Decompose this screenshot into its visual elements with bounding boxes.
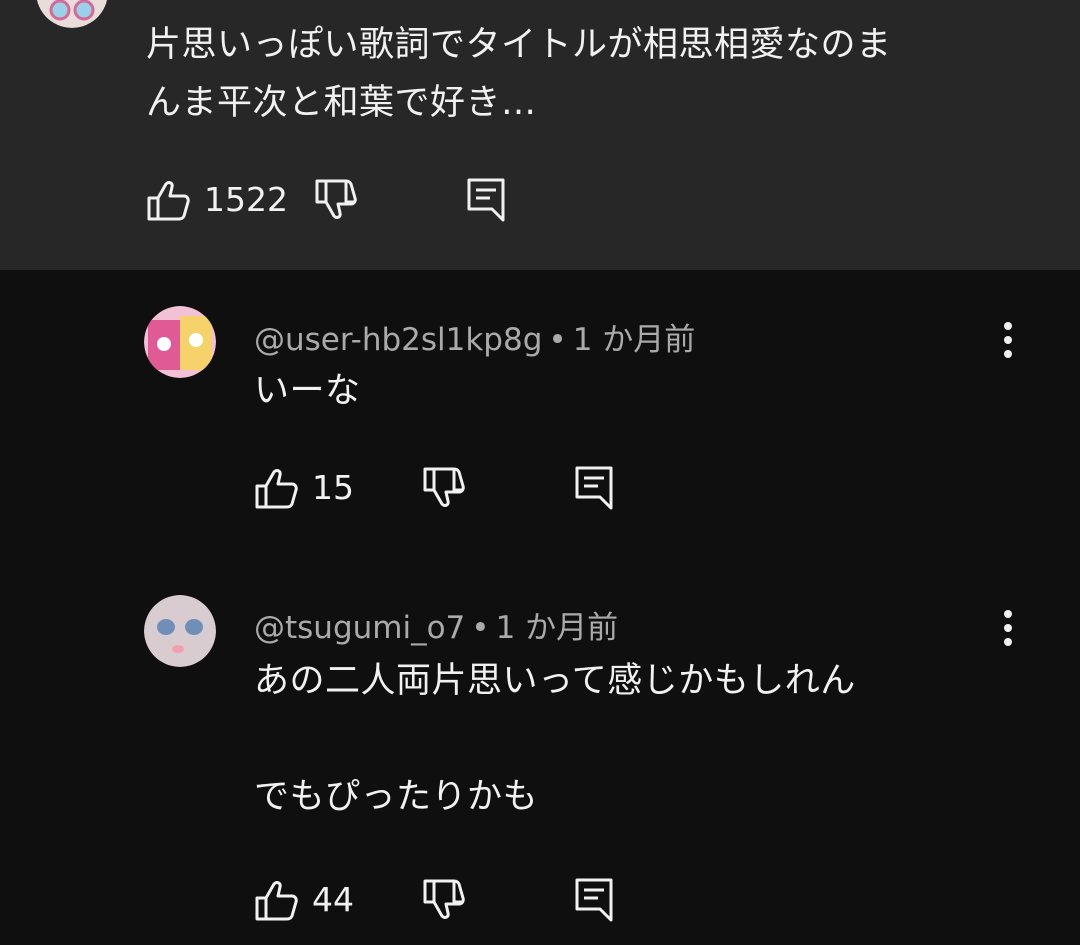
- reply-header: @tsugumi_o7 • 1 か月前: [254, 602, 618, 647]
- reply-avatar[interactable]: [144, 306, 216, 378]
- reply-icon[interactable]: [572, 466, 616, 510]
- parent-comment-line-2: んま平次と和葉で好き…: [146, 83, 537, 123]
- more-options-icon[interactable]: [988, 318, 1028, 368]
- reply-action-bar: 44: [254, 878, 654, 922]
- reply-header: @user-hb2sl1kp8g • 1 か月前: [254, 314, 695, 359]
- like-count: 44: [312, 880, 354, 919]
- reply-comment: @tsugumi_o7 • 1 か月前 あの二人両片思いって感じかもしれん でもぴっ…: [0, 560, 1080, 945]
- reply-icon[interactable]: [464, 178, 508, 222]
- more-options-icon[interactable]: [988, 606, 1028, 656]
- like-count: 15: [312, 468, 354, 507]
- dislike-icon[interactable]: [422, 878, 466, 922]
- reply-timestamp[interactable]: 1 か月前: [496, 610, 619, 646]
- like-icon[interactable]: [254, 878, 298, 922]
- like-icon[interactable]: [146, 178, 190, 222]
- like-icon[interactable]: [254, 466, 298, 510]
- parent-action-bar: 1522: [146, 178, 546, 222]
- dislike-icon[interactable]: [314, 178, 358, 222]
- reply-action-bar: 15: [254, 466, 654, 510]
- reply-comment: @user-hb2sl1kp8g • 1 か月前 いーな 15: [0, 270, 1080, 560]
- reply-text: いーな: [254, 362, 974, 420]
- dislike-icon[interactable]: [422, 466, 466, 510]
- reply-blank-line: [254, 710, 974, 768]
- reply-icon[interactable]: [572, 878, 616, 922]
- parent-comment-line-1: 片思いっぽい歌詞でタイトルが相思相愛なのま: [146, 25, 892, 65]
- parent-comment: 片思いっぽい歌詞でタイトルが相思相愛なのま んま平次と和葉で好き… 1522: [0, 0, 1080, 270]
- reply-username[interactable]: @user-hb2sl1kp8g: [254, 322, 542, 358]
- reply-username[interactable]: @tsugumi_o7: [254, 610, 465, 646]
- separator-dot: •: [471, 610, 490, 646]
- separator-dot: •: [548, 322, 567, 358]
- parent-avatar[interactable]: [36, 0, 108, 28]
- like-count: 1522: [204, 180, 288, 219]
- reply-text-line-1: あの二人両片思いって感じかもしれん: [254, 661, 856, 701]
- reply-timestamp[interactable]: 1 か月前: [573, 322, 696, 358]
- parent-comment-text: 片思いっぽい歌詞でタイトルが相思相愛なのま んま平次と和葉で好き…: [146, 16, 1006, 132]
- reply-text-line-2: でもぴったりかも: [254, 777, 539, 817]
- reply-avatar[interactable]: [144, 595, 216, 667]
- reply-text-line: いーな: [254, 371, 361, 411]
- reply-text: あの二人両片思いって感じかもしれん でもぴったりかも: [254, 652, 974, 826]
